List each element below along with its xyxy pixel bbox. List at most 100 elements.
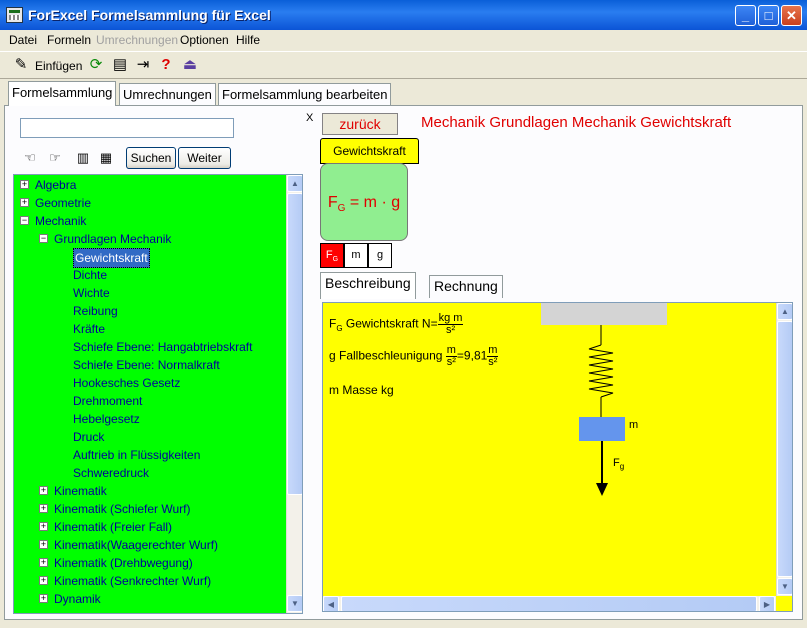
spring-diagram	[541, 303, 667, 496]
desc-scroll-down-arrow[interactable]: ▼	[777, 578, 792, 595]
insert-icon[interactable]: ✎	[11, 55, 31, 75]
scroll-up-arrow[interactable]: ▲	[287, 175, 302, 192]
refresh-icon[interactable]: ⟳	[86, 55, 106, 75]
search-button[interactable]: Suchen	[126, 147, 176, 169]
tree-item-label: Schiefe Ebene: Hangabtriebskraft	[73, 340, 253, 354]
tree-item-label: Geometrie	[35, 196, 92, 210]
window-title: ForExcel Formelsammlung für Excel	[28, 7, 271, 23]
left-panel-close[interactable]: X	[306, 112, 313, 124]
description-scrollbar[interactable]: ▲ ▼	[776, 303, 792, 596]
tree-item-label: Schiefe Ebene: Normalkraft	[73, 358, 220, 372]
scroll-thumb[interactable]	[287, 193, 302, 495]
desc-scroll-right-arrow[interactable]: ▶	[759, 596, 775, 611]
desc-hscroll-thumb[interactable]	[341, 596, 757, 611]
next-button[interactable]: Weiter	[178, 147, 231, 169]
formula-display: FG = m · g	[320, 163, 408, 241]
scroll-down-arrow[interactable]: ▼	[287, 595, 302, 612]
ceiling-block	[541, 303, 667, 325]
variable-button[interactable]: g	[368, 243, 392, 268]
force-label: Fg	[613, 457, 625, 472]
expand-all-icon[interactable]: ▦	[96, 149, 116, 167]
expand-icon[interactable]: +	[39, 594, 48, 603]
expand-icon[interactable]: +	[20, 198, 29, 207]
formula-lhs: F	[327, 194, 338, 211]
expand-icon[interactable]: +	[39, 486, 48, 495]
tree-item-label: Kinematik (Schiefer Wurf)	[54, 502, 191, 516]
tree-item-label: Schweredruck	[73, 466, 150, 480]
force-arrowhead	[596, 483, 608, 496]
point-left-icon[interactable]: ☜	[20, 149, 40, 167]
tree-item-label: Dichte	[73, 268, 108, 282]
minimize-button[interactable]: _	[735, 5, 756, 26]
tab-formelsammlung[interactable]: Formelsammlung	[8, 81, 117, 106]
description-panel: FG Gewichtskraft N= kg m s² g Fallbeschleu…	[322, 302, 793, 612]
menu-umrechnungen[interactable]: Umrechnungen	[96, 33, 178, 47]
tree-item-label: Grundlagen Mechanik	[54, 232, 172, 246]
desc-scroll-thumb[interactable]	[777, 321, 792, 577]
collapse-icon[interactable]: −	[20, 216, 29, 225]
search-input[interactable]	[20, 118, 234, 138]
tab-umrechnungen[interactable]: Umrechnungen	[119, 83, 216, 105]
app-icon	[6, 7, 23, 23]
variable-symbol: m	[351, 249, 361, 261]
desc-line-mass: m Masse kg	[329, 383, 394, 397]
expand-icon[interactable]: +	[39, 522, 48, 531]
variable-button[interactable]: FG	[320, 243, 344, 268]
formula-tab[interactable]: Gewichtskraft	[320, 138, 419, 164]
tree-item-label: Reibung	[73, 304, 118, 318]
tree-item-label: Kinematik(Waagerechter Wurf)	[54, 538, 219, 552]
insert-button-label[interactable]: Einfügen	[35, 59, 82, 73]
desc-scroll-left-arrow[interactable]: ◀	[323, 596, 339, 611]
description-hscrollbar[interactable]: ◀ ▶	[323, 596, 776, 611]
page-settings-icon[interactable]: ▤	[110, 55, 130, 75]
point-right-icon[interactable]: ☞	[45, 149, 65, 167]
tree-item-label: Drehmoment	[73, 394, 143, 408]
desc-line-force: FG Gewichtskraft N= kg m s²	[329, 312, 464, 336]
expand-icon[interactable]: +	[39, 504, 48, 513]
formula-tree: + Algebra + Geometrie − Mechanik − Grundlagen M…	[13, 174, 303, 614]
tree-item-label: Druck	[73, 430, 105, 444]
tree-item-label: Hebelgesetz	[73, 412, 140, 426]
expand-icon[interactable]: +	[39, 576, 48, 585]
menu-bar: Datei Formeln Umrechnungen Optionen Hilf…	[0, 30, 807, 50]
tree-item-label: Auftrieb in Flüssigkeiten	[73, 448, 201, 462]
tree-item-label: Kinematik (Freier Fall)	[54, 520, 173, 534]
tab-beschreibung[interactable]: Beschreibung	[320, 272, 416, 299]
tree-scrollbar[interactable]: ▲ ▼	[286, 175, 302, 613]
mass-label: m	[629, 419, 639, 431]
tab-formelsammlung-bearbeiten[interactable]: Formelsammlung bearbeiten	[218, 83, 392, 105]
tree-item-label: Mechanik	[35, 214, 87, 228]
collapse-icon[interactable]: −	[39, 234, 48, 243]
formula-rhs: = m · g	[345, 194, 401, 211]
menu-datei[interactable]: Datei	[9, 33, 37, 47]
tree-item-label: Hookesches Gesetz	[73, 376, 181, 390]
menu-formeln[interactable]: Formeln	[47, 33, 91, 47]
breadcrumb: Mechanik Grundlagen Mechanik Gewichtskra…	[421, 114, 732, 131]
export-icon[interactable]: ⇥	[133, 55, 153, 75]
expand-icon[interactable]: +	[39, 558, 48, 567]
tab-rechnung[interactable]: Rechnung	[429, 275, 503, 298]
desc-line-gravity: g Fallbeschleunigung m s² =9,81 m s²	[329, 344, 499, 368]
back-button[interactable]: zurück	[322, 113, 398, 135]
title-bar: ForExcel Formelsammlung für Excel _ □ ✕	[0, 0, 807, 30]
exit-icon[interactable]: ⏏	[180, 55, 200, 75]
expand-icon[interactable]: +	[20, 180, 29, 189]
menu-hilfe[interactable]: Hilfe	[236, 33, 260, 47]
close-button[interactable]: ✕	[781, 5, 802, 26]
collapse-all-icon[interactable]: ▥	[73, 149, 93, 167]
menu-optionen[interactable]: Optionen	[180, 33, 229, 47]
expand-icon[interactable]: +	[39, 540, 48, 549]
tree-item-label: Kinematik (Drehbwegung)	[54, 556, 193, 570]
variable-symbol: g	[376, 249, 384, 261]
help-icon[interactable]: ?	[156, 55, 176, 75]
variable-subscript: G	[332, 256, 339, 264]
spring-icon	[588, 344, 614, 398]
mass-block	[579, 417, 625, 441]
tree-item-label: Wichte	[73, 286, 110, 300]
tree-item-label: Kinematik	[54, 484, 107, 498]
desc-scroll-up-arrow[interactable]: ▲	[777, 303, 792, 320]
variable-button[interactable]: m	[344, 243, 368, 268]
maximize-button[interactable]: □	[758, 5, 779, 26]
toolbar: ✎ Einfügen ⟳ ▤ ⇥ ? ⏏	[0, 51, 807, 79]
tree-item-label: Gewichtskraft	[73, 248, 150, 268]
